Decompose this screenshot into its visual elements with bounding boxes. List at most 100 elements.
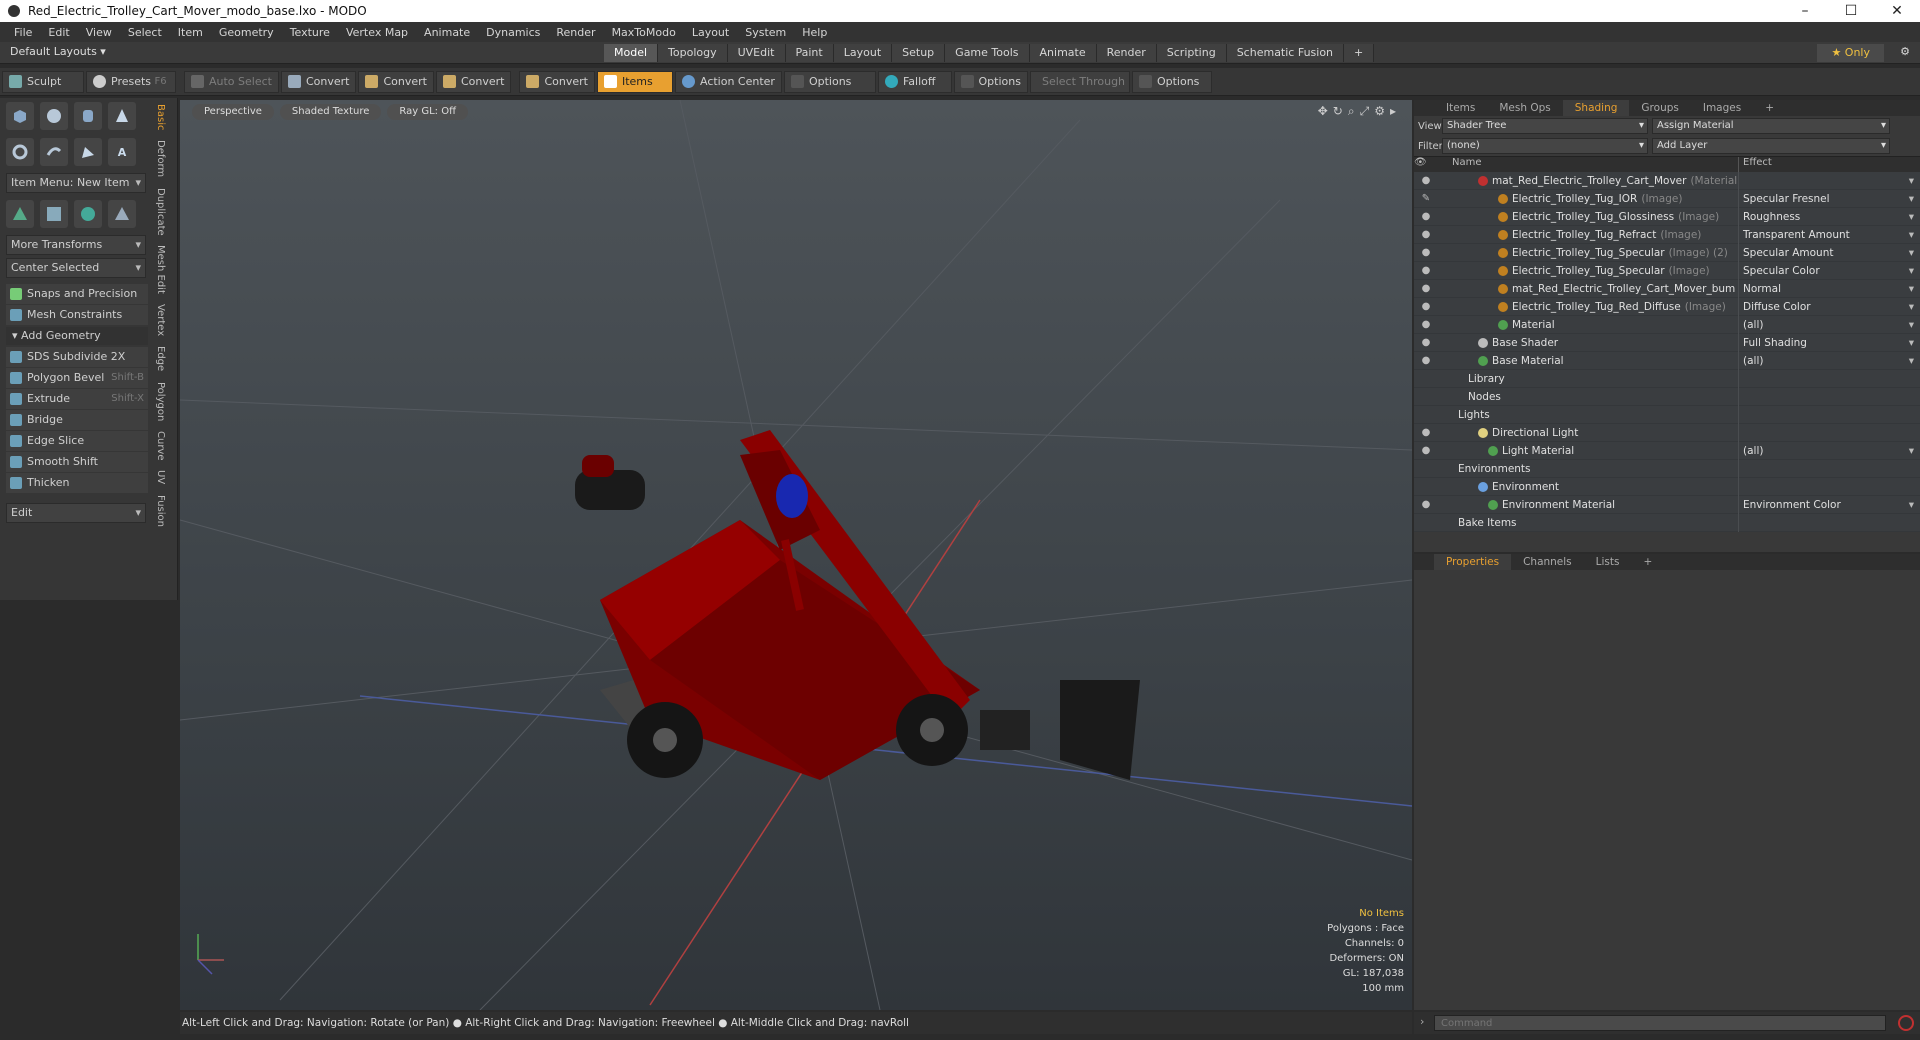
tree-row-effect[interactable]: Transparent Amount: [1738, 225, 1920, 244]
tab-shading[interactable]: Shading: [1562, 100, 1630, 116]
tab-properties[interactable]: Properties: [1434, 554, 1512, 570]
vtab-fusion[interactable]: Fusion: [155, 495, 166, 527]
viewport-gear-icon[interactable]: ⚙: [1374, 104, 1385, 119]
menu-edit[interactable]: Edit: [40, 26, 77, 39]
command-input[interactable]: [1434, 1015, 1886, 1031]
assign-material-select[interactable]: Assign Material: [1652, 118, 1890, 134]
close-icon[interactable]: ✕: [1874, 0, 1920, 22]
tree-row[interactable]: ● Electric_Trolley_Tug_Red_Diffuse (Image)…: [1414, 297, 1920, 316]
tree-row[interactable]: ● Material (all): [1414, 315, 1920, 334]
bridge-button[interactable]: Bridge: [6, 410, 148, 430]
effect-column-header[interactable]: Effect: [1738, 157, 1920, 172]
perspective-button[interactable]: Perspective: [192, 104, 274, 120]
items-mode-button[interactable]: Items: [596, 70, 673, 93]
center-selected-dropdown[interactable]: Center Selected: [6, 258, 146, 278]
add-geometry-section[interactable]: ▾ Add Geometry: [6, 327, 148, 345]
tube-icon[interactable]: [40, 138, 68, 166]
visibility-eye-icon[interactable]: ●: [1414, 175, 1438, 186]
tree-row[interactable]: ● Light Material (all): [1414, 441, 1920, 460]
only-button[interactable]: ★ Only: [1817, 44, 1884, 62]
vtab-edge[interactable]: Edge: [155, 346, 166, 371]
menu-help[interactable]: Help: [794, 26, 835, 39]
menu-dynamics[interactable]: Dynamics: [478, 26, 548, 39]
zoom-icon[interactable]: ⌕: [1348, 104, 1355, 119]
visibility-eye-icon[interactable]: ●: [1414, 301, 1438, 312]
sds-subdivide-button[interactable]: SDS Subdivide 2X: [6, 347, 148, 367]
tab-schematic-fusion[interactable]: Schematic Fusion: [1226, 44, 1345, 62]
cone-icon[interactable]: [108, 102, 136, 130]
snaps-precision-button[interactable]: Snaps and Precision: [6, 284, 148, 304]
convert-vertices-button[interactable]: Convert: [280, 70, 357, 93]
tree-row-effect[interactable]: Specular Color: [1738, 261, 1920, 280]
tab-groups[interactable]: Groups: [1629, 100, 1690, 116]
tab-channels[interactable]: Channels: [1511, 554, 1584, 570]
tab-model[interactable]: Model: [604, 44, 659, 62]
tree-row[interactable]: ● Electric_Trolley_Tug_Specular (Image) (2…: [1414, 243, 1920, 262]
tab-topology[interactable]: Topology: [658, 44, 728, 62]
globe-icon[interactable]: [74, 200, 102, 228]
menu-animate[interactable]: Animate: [416, 26, 478, 39]
action-center-button[interactable]: Action Center: [674, 70, 782, 93]
add-tab-icon[interactable]: +: [1344, 44, 1375, 62]
menu-select[interactable]: Select: [120, 26, 170, 39]
filter-select[interactable]: (none): [1442, 138, 1648, 154]
tab-render[interactable]: Render: [1096, 44, 1157, 62]
tab-game-tools[interactable]: Game Tools: [945, 44, 1030, 62]
tab-scripting[interactable]: Scripting: [1156, 44, 1227, 62]
cube-icon[interactable]: [6, 102, 34, 130]
fit-icon[interactable]: ⤢: [1360, 104, 1370, 119]
tree-row-effect[interactable]: Specular Amount: [1738, 243, 1920, 262]
visibility-eye-icon[interactable]: ●: [1414, 283, 1438, 294]
select-options-button[interactable]: Options: [1131, 70, 1212, 93]
tree-row[interactable]: Bake Items: [1414, 513, 1920, 532]
pen-icon[interactable]: [74, 138, 102, 166]
more-transforms-dropdown[interactable]: More Transforms: [6, 235, 146, 255]
smooth-shift-button[interactable]: Smooth Shift: [6, 452, 148, 472]
menu-item[interactable]: Item: [170, 26, 211, 39]
vtab-uv[interactable]: UV: [155, 470, 166, 484]
action-center-options-button[interactable]: Options: [783, 70, 876, 93]
sculpt-button[interactable]: Sculpt: [2, 70, 84, 93]
vtab-curve[interactable]: Curve: [155, 431, 166, 461]
tree-row[interactable]: ● mat_Red_Electric_Trolley_Cart_Mover_bum…: [1414, 279, 1920, 298]
tree-row[interactable]: ● Electric_Trolley_Tug_Refract (Image) Tran…: [1414, 225, 1920, 244]
vtab-polygon[interactable]: Polygon: [155, 382, 166, 421]
edit-dropdown[interactable]: Edit: [6, 503, 146, 523]
tree-row[interactable]: Nodes: [1414, 387, 1920, 406]
polygon-bevel-button[interactable]: Polygon Bevel Shift-B: [6, 368, 148, 388]
add-layer-select[interactable]: Add Layer: [1652, 138, 1890, 154]
tab-images[interactable]: Images: [1691, 100, 1753, 116]
tree-row-effect[interactable]: Full Shading: [1738, 333, 1920, 352]
tree-row[interactable]: Environments: [1414, 459, 1920, 478]
add-tab-icon[interactable]: +: [1753, 100, 1786, 116]
menu-system[interactable]: System: [737, 26, 794, 39]
torus-icon[interactable]: [6, 138, 34, 166]
tab-setup[interactable]: Setup: [892, 44, 946, 62]
menu-layout[interactable]: Layout: [684, 26, 737, 39]
presets-button[interactable]: Presets F6: [86, 70, 176, 93]
tree-row-effect[interactable]: (all): [1738, 351, 1920, 370]
menu-view[interactable]: View: [78, 26, 120, 39]
rotate-icon[interactable]: ↻: [1333, 104, 1343, 119]
visibility-eye-icon[interactable]: ●: [1414, 319, 1438, 330]
edge-slice-button[interactable]: Edge Slice: [6, 431, 148, 451]
cylinder-icon[interactable]: [74, 102, 102, 130]
tab-mesh-ops[interactable]: Mesh Ops: [1487, 100, 1562, 116]
tree-row[interactable]: ● Directional Light: [1414, 423, 1920, 442]
menu-render[interactable]: Render: [548, 26, 603, 39]
tab-items[interactable]: Items: [1434, 100, 1487, 116]
select-through-button[interactable]: Select Through: [1029, 70, 1130, 93]
tree-row[interactable]: ● Environment Material Environment Color: [1414, 495, 1920, 514]
auto-select-button[interactable]: Auto Select: [184, 70, 279, 93]
tree-row[interactable]: ● mat_Red_Electric_Trolley_Cart_Mover (Mat…: [1414, 171, 1920, 190]
visibility-eye-icon[interactable]: ●: [1414, 499, 1438, 510]
add-tab-icon[interactable]: +: [1631, 554, 1664, 570]
visibility-eye-icon[interactable]: ●: [1414, 355, 1438, 366]
visibility-eye-icon[interactable]: ●: [1414, 247, 1438, 258]
vtab-vertex[interactable]: Vertex: [155, 304, 166, 336]
tree-row-effect[interactable]: (all): [1738, 441, 1920, 460]
tab-uvedit[interactable]: UVEdit: [727, 44, 786, 62]
visibility-eye-icon[interactable]: ●: [1414, 427, 1438, 438]
tree-row-effect[interactable]: Normal: [1738, 279, 1920, 298]
menu-maxtomodo[interactable]: MaxToModo: [604, 26, 684, 39]
